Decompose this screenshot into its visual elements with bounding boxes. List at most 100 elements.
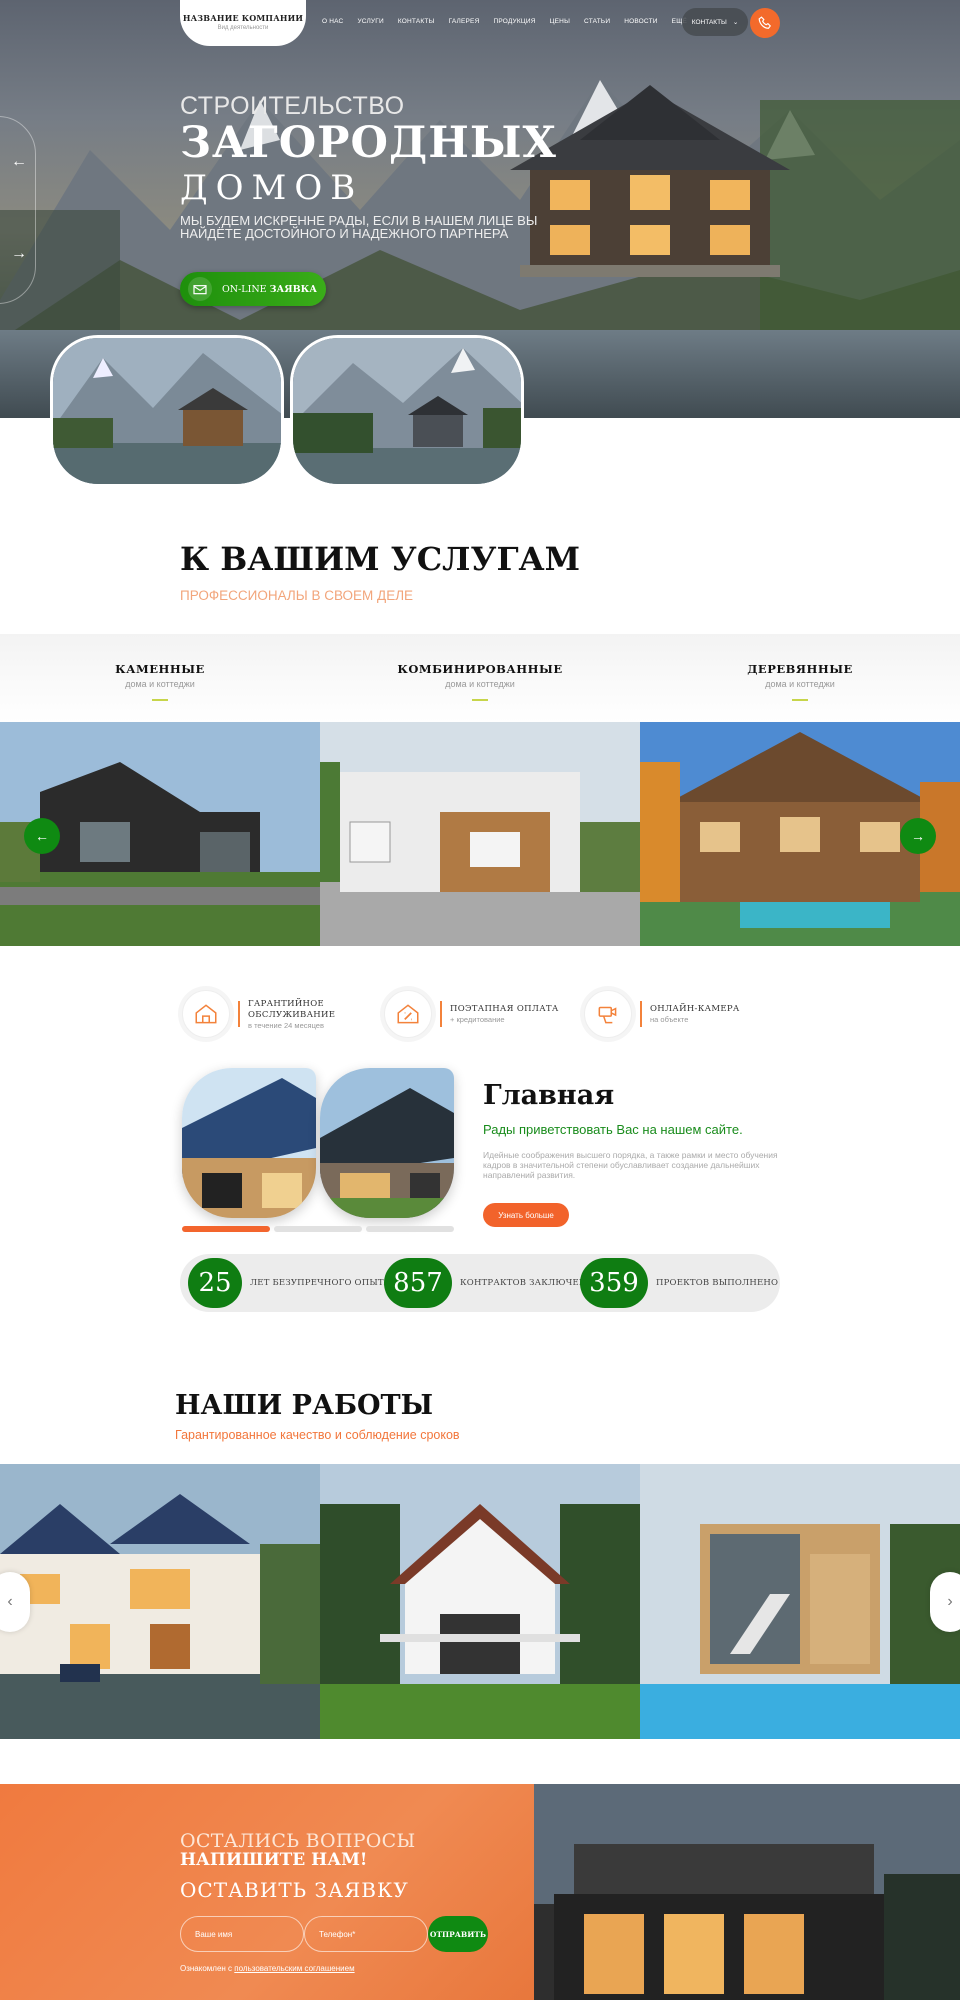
solar-house-photo-2 bbox=[320, 1068, 454, 1218]
chevron-left-icon: ‹ bbox=[7, 1593, 13, 1610]
nav-item-about[interactable]: О НАС bbox=[322, 18, 343, 25]
works-next-button[interactable]: › bbox=[930, 1572, 960, 1632]
arrow-right-icon: → bbox=[911, 828, 925, 844]
hero-thumbnail-1[interactable] bbox=[50, 335, 284, 487]
tab-desc: дома и коттеджи bbox=[445, 679, 515, 689]
nav-item-prices[interactable]: ЦЕНЫ bbox=[550, 18, 570, 25]
feature-desc: + кредитование bbox=[450, 1015, 505, 1024]
contacts-label: КОНТАКТЫ bbox=[691, 18, 727, 26]
chevron-down-icon: ⌄ bbox=[732, 19, 739, 26]
hero-title-line2: ЗАГОРОДНЫХ bbox=[180, 118, 557, 168]
house-image bbox=[510, 85, 790, 277]
tab-underline bbox=[152, 699, 168, 701]
mountains-image bbox=[0, 80, 960, 360]
arrow-right-icon[interactable]: → bbox=[11, 245, 27, 263]
company-activity: Вид деятельности bbox=[217, 25, 269, 31]
tab-desc: дома и коттеджи bbox=[125, 679, 195, 689]
tab-title: ДЕРЕВЯННЫЕ bbox=[747, 662, 853, 676]
stat-experience: 25 ЛЕТ БЕЗУПРЕЧНОГО ОПЫТА bbox=[188, 1258, 390, 1308]
nav-item-articles[interactable]: СТАТЬИ bbox=[584, 18, 610, 25]
services-title: К ВАШИМ УСЛУГАМ bbox=[180, 540, 581, 578]
online-main: ЗАЯВКА bbox=[269, 283, 318, 295]
services-next-button[interactable]: → bbox=[900, 818, 936, 854]
works-prev-button[interactable]: ‹ bbox=[0, 1572, 30, 1632]
stat-value: 25 bbox=[188, 1258, 242, 1308]
work-photo-1[interactable] bbox=[0, 1464, 320, 1739]
stat-label: КОНТРАКТОВ ЗАКЛЮЧЕНО bbox=[460, 1278, 594, 1288]
solar-house-photo-1 bbox=[182, 1068, 316, 1218]
contacts-dropdown[interactable]: КОНТАКТЫ ⌄ bbox=[682, 8, 748, 36]
phone-button[interactable] bbox=[750, 8, 780, 38]
slider-progress-segment[interactable] bbox=[274, 1226, 362, 1232]
feature-payment: ПОЭТАПНАЯ ОПЛАТА + кредитование bbox=[384, 990, 559, 1038]
camera-hand-icon bbox=[584, 990, 632, 1038]
company-name: НАЗВАНИЕ КОМПАНИИ bbox=[182, 13, 304, 23]
tab-wooden[interactable]: ДЕРЕВЯННЫЕ дома и коттеджи bbox=[700, 662, 900, 701]
services-prev-button[interactable]: ← bbox=[24, 818, 60, 854]
combined-house-photo[interactable] bbox=[320, 722, 640, 946]
phone-input[interactable] bbox=[304, 1916, 428, 1952]
slider-progress-segment[interactable] bbox=[366, 1226, 454, 1232]
works-subtitle: Гарантированное качество и соблюдение ср… bbox=[175, 1428, 460, 1442]
about-subtitle: Рады приветствовать Вас на нашем сайте. bbox=[483, 1122, 743, 1137]
cta-write-us: НАПИШИТЕ НАМ! bbox=[180, 1850, 368, 1870]
nav-item-news[interactable]: НОВОСТИ bbox=[624, 18, 657, 25]
stat-value: 857 bbox=[384, 1258, 452, 1308]
cta-leave-request: ОСТАВИТЬ ЗАЯВКУ bbox=[180, 1878, 409, 1902]
works-title: НАШИ РАБОТЫ bbox=[175, 1390, 434, 1421]
works-gallery: ‹ › bbox=[0, 1464, 960, 1739]
agreement-text: Ознакомлен с пользовательским соглашение… bbox=[180, 1964, 355, 1973]
online-request-button[interactable]: ON-LINE ЗАЯВКА bbox=[180, 272, 326, 306]
hero-thumbnail-2[interactable] bbox=[290, 335, 524, 487]
work-photo-3[interactable] bbox=[640, 1464, 960, 1739]
feature-camera: ОНЛАЙН-КАМЕРА на объекте bbox=[584, 990, 740, 1038]
tab-stone[interactable]: КАМЕННЫЕ дома и коттеджи bbox=[60, 662, 260, 701]
tab-desc: дома и коттеджи bbox=[765, 679, 835, 689]
contact-form-section: ОСТАЛИСЬ ВОПРОСЫ НАПИШИТЕ НАМ! ОСТАВИТЬ … bbox=[0, 1784, 960, 2000]
top-navigation: НАЗВАНИЕ КОМПАНИИ Вид деятельности О НАС… bbox=[0, 0, 960, 46]
chevron-right-icon: › bbox=[947, 1593, 953, 1610]
feature-divider bbox=[238, 1001, 240, 1027]
services-tabs: КАМЕННЫЕ дома и коттеджи КОМБИНИРОВАННЫЕ… bbox=[0, 634, 960, 722]
nav-item-services[interactable]: УСЛУГИ bbox=[357, 18, 383, 25]
nav-item-products[interactable]: ПРОДУКЦИЯ bbox=[493, 18, 535, 25]
name-input[interactable] bbox=[180, 1916, 304, 1952]
arrow-left-icon[interactable]: ← bbox=[11, 153, 27, 171]
services-subtitle: ПРОФЕССИОНАЛЫ В СВОЕМ ДЕЛЕ bbox=[180, 588, 414, 603]
services-gallery: ← → bbox=[0, 722, 960, 946]
learn-more-button[interactable]: Узнать больше bbox=[483, 1203, 569, 1227]
work-photo-2[interactable] bbox=[320, 1464, 640, 1739]
main-menu: О НАС УСЛУГИ КОНТАКТЫ ГАЛЕРЕЯ ПРОДУКЦИЯ … bbox=[322, 18, 687, 25]
feature-warranty: ГАРАНТИЙНОЕ ОБСЛУЖИВАНИЕ в течение 24 мес… bbox=[182, 990, 336, 1038]
hero-description: МЫ БУДЕМ ИСКРЕННЕ РАДЫ, ЕСЛИ В НАШЕМ ЛИЦ… bbox=[180, 213, 538, 241]
stat-label: ПРОЕКТОВ ВЫПОЛНЕНО bbox=[656, 1278, 779, 1288]
feature-title: ОНЛАЙН-КАМЕРА bbox=[650, 1004, 740, 1014]
send-button[interactable]: ОТПРАВИТЬ bbox=[428, 1916, 488, 1952]
nav-item-gallery[interactable]: ГАЛЕРЕЯ bbox=[449, 18, 480, 25]
house-icon bbox=[182, 990, 230, 1038]
feature-desc: на объекте bbox=[650, 1015, 689, 1024]
envelope-icon bbox=[188, 277, 212, 301]
online-prefix: ON-LINE bbox=[222, 283, 267, 295]
about-title: Главная bbox=[483, 1080, 615, 1111]
feature-divider bbox=[440, 1001, 442, 1027]
tab-combined[interactable]: КОМБИНИРОВАННЫЕ дома и коттеджи bbox=[380, 662, 580, 701]
slider-progress-active[interactable] bbox=[182, 1226, 270, 1232]
hero-title-line3: ДОМОВ bbox=[180, 168, 364, 208]
stat-value: 359 bbox=[580, 1258, 648, 1308]
phone-icon bbox=[758, 16, 772, 29]
cta-question: ОСТАЛИСЬ ВОПРОСЫ bbox=[180, 1830, 416, 1852]
agreement-link[interactable]: пользовательским соглашением bbox=[234, 1964, 354, 1973]
stat-contracts: 857 КОНТРАКТОВ ЗАКЛЮЧЕНО bbox=[384, 1258, 594, 1308]
feature-title: ГАРАНТИЙНОЕ ОБСЛУЖИВАНИЕ bbox=[248, 998, 336, 1020]
percent-house-icon bbox=[384, 990, 432, 1038]
tab-title: КАМЕННЫЕ bbox=[115, 662, 205, 676]
feature-title: ПОЭТАПНАЯ ОПЛАТА bbox=[450, 1004, 559, 1014]
hero-title-line1: СТРОИТЕЛЬСТВО bbox=[180, 92, 405, 120]
feature-divider bbox=[640, 1001, 642, 1027]
company-logo[interactable]: НАЗВАНИЕ КОМПАНИИ Вид деятельности bbox=[180, 0, 306, 46]
stat-projects: 359 ПРОЕКТОВ ВЫПОЛНЕНО bbox=[580, 1258, 778, 1308]
tab-underline bbox=[792, 699, 808, 701]
tab-underline bbox=[472, 699, 488, 701]
nav-item-contacts[interactable]: КОНТАКТЫ bbox=[398, 18, 435, 25]
